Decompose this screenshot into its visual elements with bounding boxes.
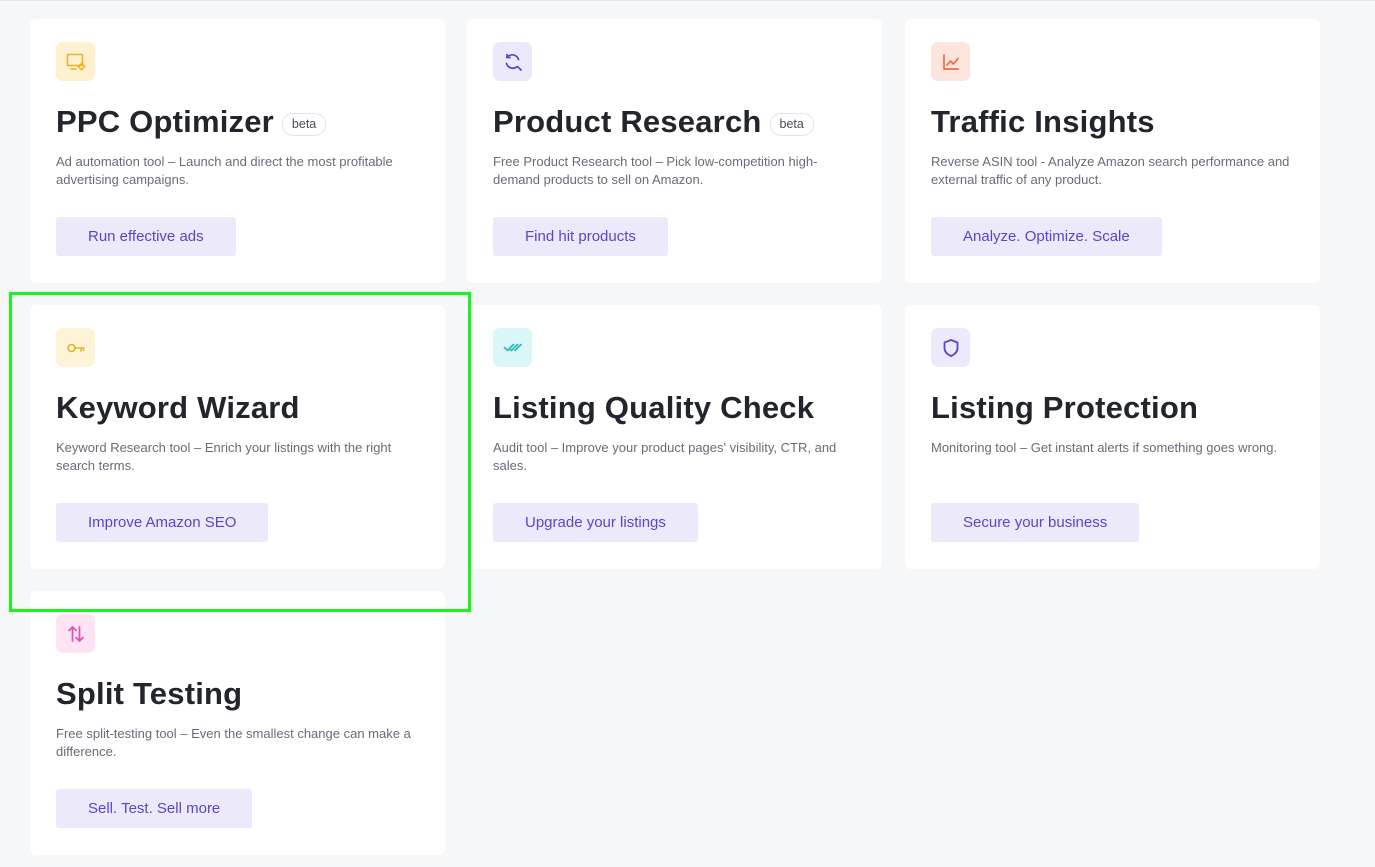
card-split-testing: Split Testing Free split-testing tool – …: [30, 591, 445, 855]
refresh-search-icon: [493, 42, 532, 81]
card-title: Listing Quality Check: [493, 390, 815, 425]
card-description: Free split-testing tool – Even the small…: [56, 726, 411, 759]
card-description: Monitoring tool – Get instant alerts if …: [931, 440, 1278, 455]
card-description: Audit tool – Improve your product pages'…: [493, 440, 837, 473]
monitor-gear-icon: [56, 42, 95, 81]
card-description: Free Product Research tool – Pick low-co…: [493, 154, 818, 187]
card-title: Traffic Insights: [931, 104, 1155, 139]
card-description: Reverse ASIN tool - Analyze Amazon searc…: [931, 154, 1290, 187]
upgrade-your-listings-button[interactable]: Upgrade your listings: [493, 503, 698, 542]
secure-your-business-button[interactable]: Secure your business: [931, 503, 1140, 542]
top-divider: [0, 0, 1375, 1]
key-icon: [56, 328, 95, 367]
card-keyword-wizard: Keyword Wizard Keyword Research tool – E…: [30, 305, 445, 569]
improve-amazon-seo-button[interactable]: Improve Amazon SEO: [56, 503, 269, 542]
find-hit-products-button[interactable]: Find hit products: [493, 217, 668, 256]
card-listing-protection: Listing Protection Monitoring tool – Get…: [905, 305, 1320, 569]
trend-chart-icon: [931, 42, 970, 81]
beta-badge: beta: [281, 112, 327, 136]
card-traffic-insights: Traffic Insights Reverse ASIN tool - Ana…: [905, 19, 1320, 283]
card-listing-quality-check: Listing Quality Check Audit tool – Impro…: [467, 305, 882, 569]
double-check-icon: [493, 328, 532, 367]
beta-badge: beta: [769, 112, 814, 136]
sell-test-sell-more-button[interactable]: Sell. Test. Sell more: [56, 789, 253, 828]
shield-icon: [931, 328, 970, 367]
card-title: PPC Optimizer: [56, 104, 274, 139]
run-effective-ads-button[interactable]: Run effective ads: [56, 217, 236, 256]
up-down-arrows-icon: [56, 614, 95, 653]
card-title: Listing Protection: [931, 390, 1199, 425]
card-description: Ad automation tool – Launch and direct t…: [56, 154, 393, 187]
card-product-research: Product Research beta Free Product Resea…: [467, 19, 882, 283]
card-title: Split Testing: [56, 676, 243, 711]
card-title: Product Research: [493, 104, 762, 139]
analyze-optimize-scale-button[interactable]: Analyze. Optimize. Scale: [931, 217, 1162, 256]
card-title: Keyword Wizard: [56, 390, 300, 425]
card-description: Keyword Research tool – Enrich your list…: [56, 440, 392, 473]
card-ppc-optimizer: PPC Optimizer beta Ad automation tool – …: [30, 19, 445, 283]
